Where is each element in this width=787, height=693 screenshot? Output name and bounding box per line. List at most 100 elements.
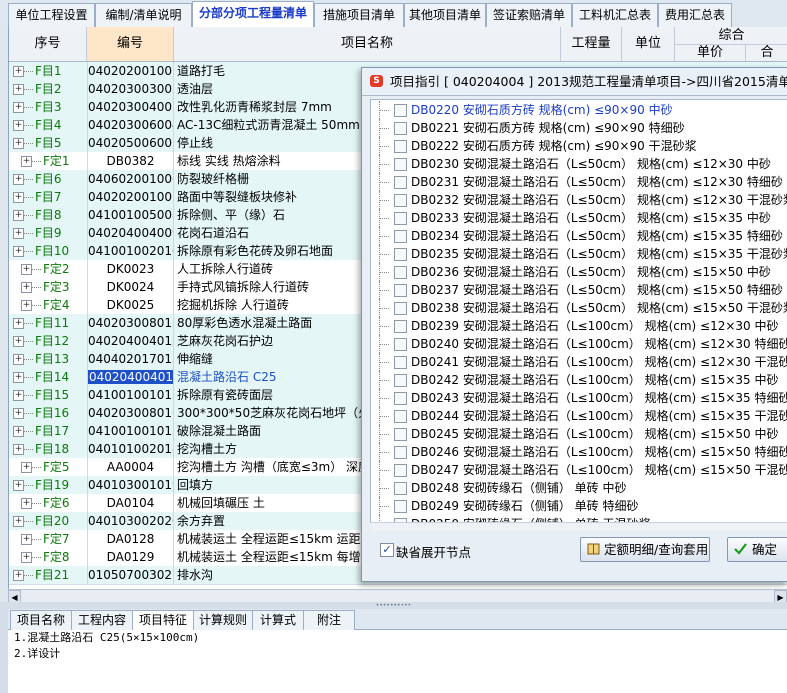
tab-5[interactable]: 其他项目清单 [404, 3, 486, 27]
header-price[interactable]: 单价 [675, 44, 746, 61]
list-item[interactable]: DB0235 安砌混凝土路沿石（L≤50cm） 规格(cm) ≤15×35 干混… [371, 245, 787, 263]
bottom-tab-2[interactable]: 工程内容 [71, 610, 133, 630]
header-name[interactable]: 项目名称 [174, 27, 561, 61]
item-checkbox[interactable] [394, 392, 407, 405]
item-checkbox[interactable] [394, 446, 407, 459]
header-unit[interactable]: 单位 [622, 27, 675, 61]
expand-icon[interactable]: + [13, 102, 24, 113]
row-code-cell[interactable]: 010507003021 [87, 566, 174, 584]
item-checkbox[interactable] [394, 338, 407, 351]
row-code-cell[interactable]: 040103002020 [87, 512, 174, 530]
row-code-cell[interactable]: 040204004012 [87, 332, 174, 350]
expand-icon[interactable]: + [21, 300, 32, 311]
item-checkbox[interactable] [394, 230, 407, 243]
bottom-tab-4[interactable]: 计算规则 [193, 610, 253, 630]
item-checkbox[interactable] [394, 302, 407, 315]
row-code-cell[interactable]: 040203008011 [87, 314, 174, 332]
list-item[interactable]: DB0237 安砌混凝土路沿石（L≤50cm） 规格(cm) ≤15×50 特细… [371, 281, 787, 299]
expand-icon[interactable]: + [13, 390, 24, 401]
tab-1[interactable]: 单位工程设置 [8, 3, 95, 27]
item-checkbox[interactable] [394, 248, 407, 261]
expand-icon[interactable]: + [13, 174, 24, 185]
item-checkbox[interactable] [394, 140, 407, 153]
tab-3[interactable]: 分部分项工程量清单 [192, 1, 314, 28]
row-code-cell[interactable]: 040203008016 [87, 404, 174, 422]
bottom-tab-5[interactable]: 计算式 [252, 610, 304, 630]
list-item[interactable]: DB0246 安砌混凝土路沿石（L≤100cm） 规格(cm) ≤15×50 特… [371, 443, 787, 461]
row-code-cell[interactable]: 041001001015 [87, 386, 174, 404]
expand-icon[interactable]: + [13, 444, 24, 455]
tab-2[interactable]: 编制/清单说明 [95, 3, 192, 27]
expand-icon[interactable]: + [13, 318, 24, 329]
row-code-cell[interactable]: AA0004 [87, 458, 174, 476]
bottom-tab-1[interactable]: 项目名称 [10, 610, 72, 630]
tab-6[interactable]: 签证索赔清单 [486, 3, 572, 27]
expand-icon[interactable]: + [13, 372, 24, 383]
list-item[interactable]: DB0230 安砌混凝土路沿石（L≤50cm） 规格(cm) ≤12×30 中砂 [371, 155, 787, 173]
item-checkbox[interactable] [394, 410, 407, 423]
item-checkbox[interactable] [394, 176, 407, 189]
list-item[interactable]: DB0220 安砌石质方砖 规格(cm) ≤90×90 中砂 [371, 101, 787, 119]
list-item[interactable]: DB0233 安砌混凝土路沿石（L≤50cm） 规格(cm) ≤15×35 中砂 [371, 209, 787, 227]
row-code-cell[interactable]: DA0128 [87, 530, 174, 548]
header-code[interactable]: 编号 [87, 27, 174, 61]
list-item[interactable]: DB0239 安砌混凝土路沿石（L≤100cm） 规格(cm) ≤12×30 中… [371, 317, 787, 335]
expand-icon[interactable]: + [13, 336, 24, 347]
dialog-titlebar[interactable]: S 项目指引 [ 040204004 ] 2013规范工程量清单项目->四川省2… [362, 68, 787, 96]
row-code-cell[interactable]: DB0382 [87, 152, 174, 170]
list-item[interactable]: DB0232 安砌混凝土路沿石（L≤50cm） 规格(cm) ≤12×30 干混… [371, 191, 787, 209]
row-code-cell[interactable]: DA0104 [87, 494, 174, 512]
row-code-cell[interactable]: 040402017013 [87, 350, 174, 368]
header-total[interactable]: 合 [746, 44, 787, 61]
header-qty[interactable]: 工程量 [561, 27, 622, 61]
expand-icon[interactable]: + [13, 480, 24, 491]
expand-icon[interactable]: + [21, 282, 32, 293]
expand-icon[interactable]: + [13, 354, 24, 365]
item-checkbox[interactable] [394, 482, 407, 495]
row-code-cell[interactable]: 040204004014 [87, 368, 174, 386]
list-item[interactable]: DB0248 安砌砖缘石（侧铺） 单砖 中砂 [371, 479, 787, 497]
expand-icon[interactable]: + [13, 246, 24, 257]
item-checkbox[interactable] [394, 122, 407, 135]
horizontal-scrollbar[interactable]: ◀ ▶ [8, 589, 787, 603]
tab-8[interactable]: 费用汇总表 [658, 3, 732, 27]
list-item[interactable]: DB0243 安砌混凝土路沿石（L≤100cm） 规格(cm) ≤15×35 特… [371, 389, 787, 407]
expand-icon[interactable]: + [21, 156, 32, 167]
expand-icon[interactable]: + [13, 426, 24, 437]
item-checkbox[interactable] [394, 194, 407, 207]
item-checkbox[interactable] [394, 464, 407, 477]
row-code-cell[interactable]: 041001005008 [87, 206, 174, 224]
expand-icon[interactable]: + [13, 120, 24, 131]
item-feature-panel[interactable]: 1.混凝土路沿石 C25(5×15×100cm) 2.详设计 [8, 630, 787, 693]
expand-icon[interactable]: + [21, 552, 32, 563]
tab-4[interactable]: 措施项目清单 [314, 3, 404, 27]
row-code-cell[interactable]: 040204004009 [87, 224, 174, 242]
list-item[interactable]: DB0234 安砌混凝土路沿石（L≤50cm） 规格(cm) ≤15×35 特细… [371, 227, 787, 245]
expand-icon[interactable]: + [21, 264, 32, 275]
list-item[interactable]: DB0238 安砌混凝土路沿石（L≤50cm） 规格(cm) ≤15×50 干混… [371, 299, 787, 317]
list-item[interactable]: DB0240 安砌混凝土路沿石（L≤100cm） 规格(cm) ≤12×30 特… [371, 335, 787, 353]
item-checkbox[interactable] [394, 356, 407, 369]
row-code-cell[interactable]: 040203004003 [87, 98, 174, 116]
tab-7[interactable]: 工料机汇总表 [572, 3, 658, 27]
row-code-cell[interactable]: 040602001006 [87, 170, 174, 188]
expand-icon[interactable]: + [21, 462, 32, 473]
bottom-tab-6[interactable]: 附注 [303, 610, 355, 630]
quota-list[interactable]: DB0220 安砌石质方砖 规格(cm) ≤90×90 中砂 DB0221 安砌石… [370, 99, 787, 523]
row-code-cell[interactable]: 040203006004 [87, 116, 174, 134]
row-code-cell[interactable]: 041001002010 [87, 242, 174, 260]
expand-icon[interactable]: + [13, 408, 24, 419]
row-code-cell[interactable]: 040203003002 [87, 80, 174, 98]
row-code-cell[interactable]: DK0024 [87, 278, 174, 296]
row-code-cell[interactable]: DK0025 [87, 296, 174, 314]
row-code-cell[interactable]: 040202001001 [87, 62, 174, 80]
expand-icon[interactable]: + [13, 192, 24, 203]
expand-icon[interactable]: + [13, 66, 24, 77]
list-item[interactable]: DB0249 安砌砖缘石（侧铺） 单砖 特细砂 [371, 497, 787, 515]
list-item[interactable]: DB0241 安砌混凝土路沿石（L≤100cm） 规格(cm) ≤12×30 干… [371, 353, 787, 371]
expand-icon[interactable]: + [21, 498, 32, 509]
list-item[interactable]: DB0231 安砌混凝土路沿石（L≤50cm） 规格(cm) ≤12×30 特细… [371, 173, 787, 191]
quota-detail-button[interactable]: 定额明细/查询套用 [580, 537, 710, 562]
row-code-cell[interactable]: 041001001017 [87, 422, 174, 440]
list-item[interactable]: DB0222 安砌石质方砖 规格(cm) ≤90×90 干混砂浆 [371, 137, 787, 155]
